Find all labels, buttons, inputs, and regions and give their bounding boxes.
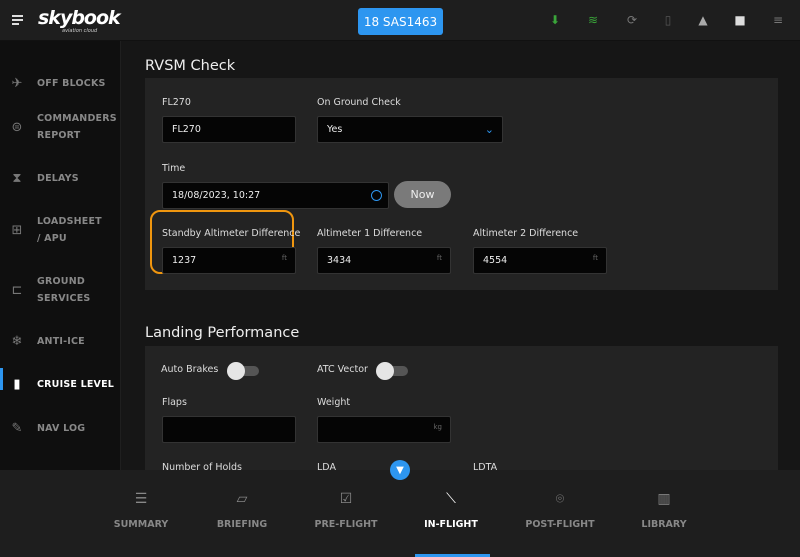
hourglass-icon: ⧗: [12, 171, 22, 186]
section-title-landing: Landing Performance: [145, 325, 300, 341]
weight-input[interactable]: kg: [317, 416, 451, 443]
tab-library[interactable]: ▥ LIBRARY: [609, 470, 719, 557]
wifi-icon[interactable]: ≋: [586, 13, 600, 27]
atc-vector-toggle[interactable]: [376, 362, 408, 380]
sidebar-item-ground-services[interactable]: ⊏ GROUND SERVICES: [0, 273, 120, 307]
main-content: RVSM Check FL270 FL270 On Ground Check Y…: [121, 41, 800, 470]
holds-label: Number of Holds: [162, 462, 242, 470]
sidebar-item-off-blocks[interactable]: ✈ OFF BLOCKS: [0, 75, 120, 92]
ground-check-label: On Ground Check: [317, 97, 401, 108]
clock-icon[interactable]: [371, 190, 382, 201]
sidebar-item-delays[interactable]: ⧗ DELAYS: [0, 170, 120, 187]
sliders-icon[interactable]: ≡: [771, 13, 785, 27]
tab-briefing[interactable]: ▱ BRIEFING: [187, 470, 297, 557]
alt2-label: Altimeter 2 Difference: [473, 228, 579, 239]
flaps-label: Flaps: [162, 397, 187, 408]
luggage-cart-icon: ⊞: [11, 222, 23, 238]
route-icon: ⟍: [446, 491, 456, 507]
snowflake-icon: ❄: [11, 334, 23, 349]
rvsm-panel: FL270 FL270 On Ground Check Yes ⌄ Time 18…: [145, 78, 778, 290]
tab-post-flight[interactable]: ⌾ POST-FLIGHT: [505, 470, 615, 557]
sidebar-item-nav-log[interactable]: ✎ NAV LOG: [0, 420, 120, 437]
standby-label: Standby Altimeter Difference: [162, 228, 301, 239]
chevron-down-icon: ▼: [396, 464, 404, 476]
time-input[interactable]: 18/08/2023, 10:27: [162, 182, 389, 209]
fl-label: FL270: [162, 97, 191, 108]
time-label: Time: [162, 163, 186, 174]
sidebar-item-loadsheet[interactable]: ⊞ LOADSHEET / APU: [0, 213, 120, 247]
scroll-down-button[interactable]: ▼: [390, 460, 410, 480]
location-check-icon: ⌾: [555, 491, 565, 507]
fuel-truck-icon: ⊏: [11, 282, 23, 298]
ground-check-select[interactable]: Yes ⌄: [317, 116, 503, 143]
auto-brakes-toggle[interactable]: [227, 362, 259, 380]
sidebar-item-commanders-report[interactable]: ⊜ COMMANDERS REPORT: [0, 110, 120, 144]
download-icon[interactable]: ⬇: [548, 13, 562, 27]
standby-input[interactable]: 1237 ft: [162, 247, 296, 274]
books-icon: ▥: [657, 491, 671, 507]
ruler-icon: ▮: [13, 377, 21, 392]
sidebar-item-cruise-level[interactable]: ▮ CRUISE LEVEL: [0, 368, 120, 393]
camera-icon[interactable]: ■: [733, 13, 747, 27]
menu-icon[interactable]: [12, 15, 23, 27]
flight-selector-button[interactable]: 18 SAS1463: [358, 8, 443, 35]
atc-vector-label: ATC Vector: [317, 364, 368, 375]
checklist-icon: ☑: [339, 491, 353, 507]
list-icon: ☰: [134, 491, 148, 507]
weight-label: Weight: [317, 397, 351, 408]
section-title-rvsm: RVSM Check: [145, 58, 236, 74]
pencil-icon: ✎: [11, 421, 23, 436]
sync-icon[interactable]: ⟳: [625, 13, 639, 27]
tab-in-flight[interactable]: ⟍ IN-FLIGHT: [396, 470, 506, 557]
sidebar: ✈ OFF BLOCKS ⊜ COMMANDERS REPORT ⧗ DELAYS ⊞…: [0, 41, 121, 470]
tab-summary[interactable]: ☰ SUMMARY: [86, 470, 196, 557]
list-circle-icon: ⊜: [11, 119, 23, 135]
bell-icon[interactable]: ▲: [696, 13, 710, 27]
landing-panel: Auto Brakes ATC Vector Flaps Weight kg N…: [145, 346, 778, 470]
lda-label: LDA: [317, 462, 336, 470]
tab-pre-flight[interactable]: ☑ PRE-FLIGHT: [291, 470, 401, 557]
alt1-input[interactable]: 3434 ft: [317, 247, 451, 274]
map-icon: ▱: [236, 491, 248, 507]
top-bar: skybook aviation cloud 18 SAS1463 ⬇ ≋ ⟳ ▯…: [0, 0, 800, 41]
sidebar-item-anti-ice[interactable]: ❄ ANTI-ICE: [0, 333, 120, 350]
alt2-input[interactable]: 4554 ft: [473, 247, 607, 274]
now-button[interactable]: Now: [394, 181, 451, 208]
ldta-label: LDTA: [473, 462, 498, 470]
chevron-down-icon: ⌄: [484, 123, 494, 136]
fl-input[interactable]: FL270: [162, 116, 296, 143]
takeoff-icon: ✈: [11, 76, 23, 91]
logo: skybook aviation cloud: [38, 7, 121, 34]
bookmark-icon[interactable]: ▯: [661, 13, 675, 27]
auto-brakes-label: Auto Brakes: [161, 364, 219, 375]
alt1-label: Altimeter 1 Difference: [317, 228, 423, 239]
flaps-input[interactable]: [162, 416, 296, 443]
bottom-nav: ☰ SUMMARY ▱ BRIEFING ☑ PRE-FLIGHT ⟍ IN-FLIGH…: [0, 470, 800, 557]
